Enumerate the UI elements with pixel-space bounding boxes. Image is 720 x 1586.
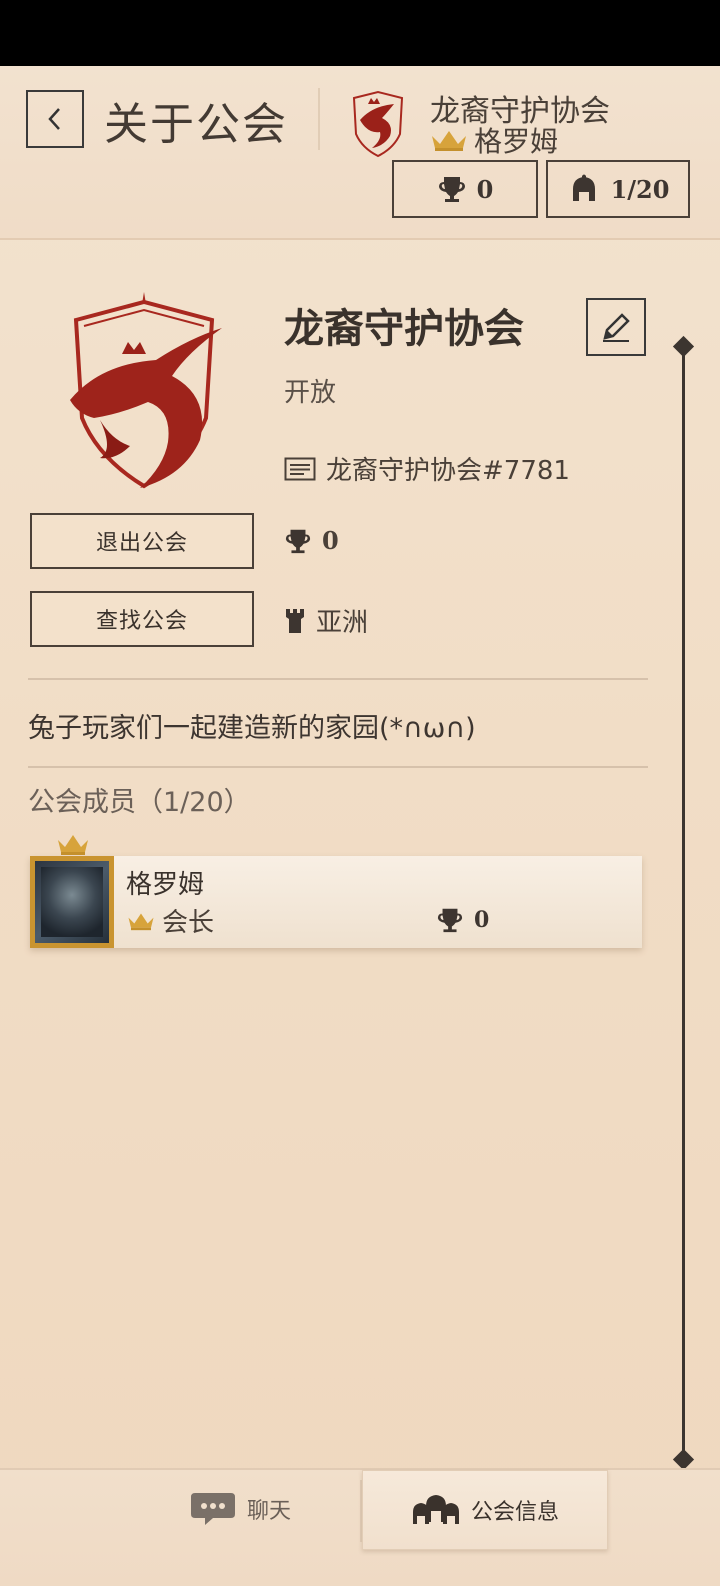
guild-helmets-icon [412,1495,459,1524]
scrollbar[interactable] [682,346,685,1466]
edit-button[interactable] [586,298,646,356]
section-divider [28,678,648,680]
trophy-icon [438,177,465,202]
section-divider [28,766,648,768]
guild-region-row: 亚洲 [284,602,368,639]
guild-description: 兔子玩家们一起建造新的家园(*∩ω∩) [28,713,476,744]
scrollbar-top-cap [672,335,695,358]
page-title: 关于公会 [104,99,288,150]
helmet-icon [572,174,595,201]
tab-guild-info-label: 公会信息 [470,1500,559,1525]
header-leader-name: 格罗姆 [474,125,559,158]
guild-emblem-large-icon [70,292,222,489]
tab-guild-info[interactable]: 公会信息 [362,1470,608,1550]
guild-region: 亚洲 [316,608,369,638]
member-role: 会长 [126,902,214,939]
scrollbar-bottom-cap [672,1448,695,1471]
tower-icon [286,608,304,633]
tab-chat[interactable]: 聊天 [120,1470,360,1548]
members-title: 公会成员（1/20） [28,787,251,818]
member-count-box[interactable]: 1/20 [546,160,690,218]
find-guild-button[interactable]: 查找公会 [30,591,254,647]
header: 关于公会 龙裔守护协会 格罗姆 0 1/20 [0,66,720,240]
member-role-label: 会长 [162,908,215,938]
header-leader: 格罗姆 [430,120,558,160]
guild-emblem-icon [352,90,404,158]
guild-tag: 龙裔守护协会#7781 [326,456,570,486]
member-list-item[interactable]: 格罗姆 会长 0 [30,835,642,948]
chat-bubble-icon [190,1493,235,1525]
member-count: 1/20 [610,174,670,204]
guild-tag-row: 龙裔守护协会#7781 [284,450,570,487]
member-trophy: 0 [436,906,489,934]
leave-guild-button[interactable]: 退出公会 [30,513,254,569]
back-button[interactable] [26,90,84,148]
trophy-icon [285,529,311,553]
header-divider [318,88,320,150]
bottom-tab-bar: 聊天 公会信息 [0,1468,720,1586]
avatar-image [41,867,103,937]
guild-page: 关于公会 龙裔守护协会 格罗姆 0 1/20 龙裔守护协会 开放 龙裔守护协会#… [0,66,720,1586]
guild-trophies: 0 [322,526,339,555]
crown-icon [432,131,466,151]
trophy-stat-box[interactable]: 0 [392,160,538,218]
trophy-count: 0 [476,174,494,204]
guild-status: 开放 [284,378,337,408]
crown-icon [128,913,154,930]
guild-trophy-row: 0 [284,526,339,555]
id-card-icon [284,457,316,480]
chevron-left-icon [48,108,60,130]
crown-icon [58,835,88,855]
guild-name: 龙裔守护协会 [284,306,524,352]
member-trophy-count: 0 [474,907,490,933]
tab-chat-label: 聊天 [246,1499,291,1524]
trophy-icon [437,908,463,933]
pencil-icon [603,313,630,342]
avatar[interactable] [30,856,114,948]
member-name: 格罗姆 [126,870,205,900]
